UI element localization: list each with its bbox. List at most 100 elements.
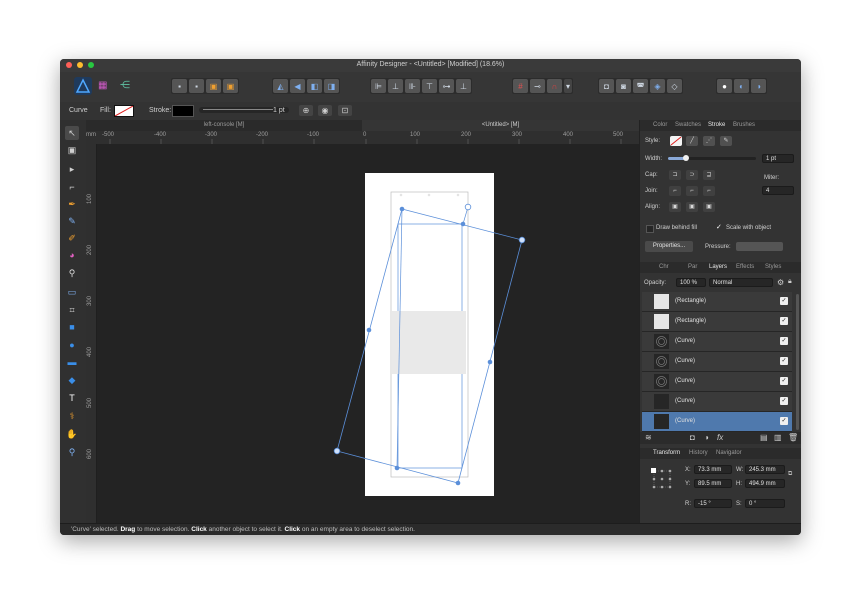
flip-vertical-icon[interactable]: ◀ (290, 79, 305, 93)
miter-field[interactable]: 4 (762, 186, 794, 195)
artboard-tool-icon[interactable]: ▣ (65, 143, 79, 157)
boolean-intersect-icon[interactable]: ◚ (633, 79, 648, 93)
layer-stack-icon[interactable]: ≋ (645, 433, 652, 442)
x-field[interactable]: 73.3 mm (694, 465, 732, 474)
point-transform-tool-icon[interactable]: ⌐ (65, 180, 79, 194)
pencil-tool-icon[interactable]: ✎ (65, 214, 79, 228)
align-right-icon[interactable]: ⊪ (405, 79, 420, 93)
cap-round-icon[interactable]: ⊃ (686, 170, 698, 180)
width-slider-knob[interactable] (682, 155, 689, 161)
layer-row[interactable]: (Curve) ✓ (642, 352, 792, 372)
snap-options-icon[interactable]: ⊸ (530, 79, 545, 93)
rotate-right-icon[interactable]: ◨ (324, 79, 339, 93)
tab-effects[interactable]: Effects (736, 264, 754, 270)
blend-mode-select[interactable]: Normal (709, 278, 773, 287)
move-tool-icon[interactable]: ↖ (65, 126, 79, 140)
anchor-point-selector[interactable] (650, 467, 674, 491)
tab-history[interactable]: History (689, 450, 708, 456)
move-backward-icon[interactable]: ▪ (189, 79, 204, 93)
grid-icon[interactable]: # (513, 79, 528, 93)
layer-row[interactable]: (Rectangle) ✓ (642, 292, 792, 312)
layer-visibility-checkbox[interactable]: ✓ (780, 297, 788, 305)
adjustment-icon[interactable]: ◑ (704, 433, 709, 442)
layer-row[interactable]: (Curve) ✓ (642, 372, 792, 392)
align-center-stroke-icon[interactable]: ▣ (669, 202, 681, 212)
show-handles-icon[interactable]: ◉ (318, 105, 332, 116)
join-round-icon[interactable]: ⌐ (686, 186, 698, 196)
align-inside-stroke-icon[interactable]: ▣ (686, 202, 698, 212)
fx-icon[interactable]: fx (717, 433, 723, 442)
duplicate-layer-icon[interactable]: ▥ (774, 433, 782, 442)
move-front-icon[interactable]: ▣ (223, 79, 238, 93)
layer-row-selected[interactable]: (Curve) ✓ (642, 412, 792, 432)
style-solid-icon[interactable]: ╱ (686, 136, 698, 146)
rotation-field[interactable]: -15 ° (694, 499, 732, 508)
layer-visibility-checkbox[interactable]: ✓ (780, 417, 788, 425)
align-left-icon[interactable]: ⊫ (371, 79, 386, 93)
add-layer-icon[interactable]: ▤ (760, 433, 768, 442)
geometry-subtract-icon[interactable]: ◐ (734, 79, 749, 93)
align-outside-stroke-icon[interactable]: ▣ (703, 202, 715, 212)
layer-row[interactable]: (Curve) ✓ (642, 392, 792, 412)
pressure-control[interactable] (736, 242, 783, 251)
pen-tool-icon[interactable]: ✒ (65, 197, 79, 211)
color-picker-tool-icon[interactable]: ⚕ (65, 409, 79, 423)
properties-button[interactable]: Properties... (645, 241, 693, 252)
fill-tool-icon[interactable]: ◕ (65, 248, 79, 262)
draw-behind-fill-checkbox[interactable] (646, 225, 654, 233)
geometry-add-icon[interactable]: ● (717, 79, 732, 93)
layer-visibility-checkbox[interactable]: ✓ (780, 317, 788, 325)
y-field[interactable]: 89.5 mm (694, 479, 732, 488)
boolean-add-icon[interactable]: ◘ (599, 79, 614, 93)
snapping-dropdown-icon[interactable]: ▾ (564, 79, 572, 93)
transform-origin-icon[interactable]: ⊡ (338, 105, 352, 116)
move-back-icon[interactable]: ▪ (172, 79, 187, 93)
shear-field[interactable]: 0 ° (745, 499, 785, 508)
style-none-icon[interactable] (670, 136, 682, 146)
layer-visibility-checkbox[interactable]: ✓ (780, 377, 788, 385)
tab-transform[interactable]: Transform (653, 450, 680, 456)
tab-character[interactable]: Chr (659, 264, 669, 270)
width-field[interactable]: 1 pt (762, 154, 794, 163)
cap-square-icon[interactable]: ⊒ (703, 170, 715, 180)
tab-styles[interactable]: Styles (765, 264, 781, 270)
w-field[interactable]: 245.3 mm (745, 465, 785, 474)
view-tool-icon[interactable]: ✋ (65, 427, 79, 441)
width-slider[interactable] (668, 155, 756, 161)
mask-layer-icon[interactable]: ◘ (690, 433, 695, 442)
tab-stroke[interactable]: Stroke (708, 122, 725, 128)
layer-visibility-checkbox[interactable]: ✓ (780, 337, 788, 345)
rectangle-tool-icon[interactable]: ■ (65, 320, 79, 334)
tab-navigator[interactable]: Navigator (716, 450, 742, 456)
h-field[interactable]: 494.9 mm (745, 479, 785, 488)
boolean-subtract-icon[interactable]: ◙ (616, 79, 631, 93)
snapping-magnet-icon[interactable]: ∩ (547, 79, 562, 93)
layer-visibility-checkbox[interactable]: ✓ (780, 397, 788, 405)
layer-row[interactable]: (Curve) ✓ (642, 332, 792, 352)
align-bottom-icon[interactable]: ⊥ (456, 79, 471, 93)
flip-horizontal-icon[interactable]: ◭ (273, 79, 288, 93)
trash-icon[interactable]: 🗑︎ (788, 433, 798, 442)
ellipse-tool-icon[interactable]: ● (65, 338, 79, 352)
node-tool-icon[interactable]: ▸ (65, 162, 79, 176)
text-tool-icon[interactable]: T (65, 391, 79, 405)
layer-visibility-checkbox[interactable]: ✓ (780, 357, 788, 365)
pixel-persona-icon[interactable]: ▦ (98, 80, 110, 92)
fill-swatch[interactable] (114, 105, 134, 117)
opacity-field[interactable]: 100 % (676, 278, 706, 287)
move-forward-icon[interactable]: ▣ (206, 79, 221, 93)
canvas[interactable] (97, 144, 639, 523)
tab-paragraph[interactable]: Par (688, 264, 697, 270)
join-bevel-icon[interactable]: ⌐ (703, 186, 715, 196)
lock-icon[interactable]: 🔒︎ (788, 278, 792, 286)
tab-swatches[interactable]: Swatches (675, 122, 701, 128)
boolean-xor-icon[interactable]: ◈ (650, 79, 665, 93)
tab-color[interactable]: Color (653, 122, 667, 128)
style-dashed-icon[interactable]: ⋰ (703, 136, 715, 146)
zoom-tool-icon[interactable]: ⚲ (65, 445, 79, 459)
target-icon[interactable]: ⊕ (299, 105, 313, 116)
join-miter-icon[interactable]: ⌐ (669, 186, 681, 196)
scale-with-object-checkbox[interactable]: ✓ (716, 224, 724, 232)
transparency-tool-icon[interactable]: ⚲ (65, 266, 79, 280)
align-top-icon[interactable]: ⊤ (422, 79, 437, 93)
